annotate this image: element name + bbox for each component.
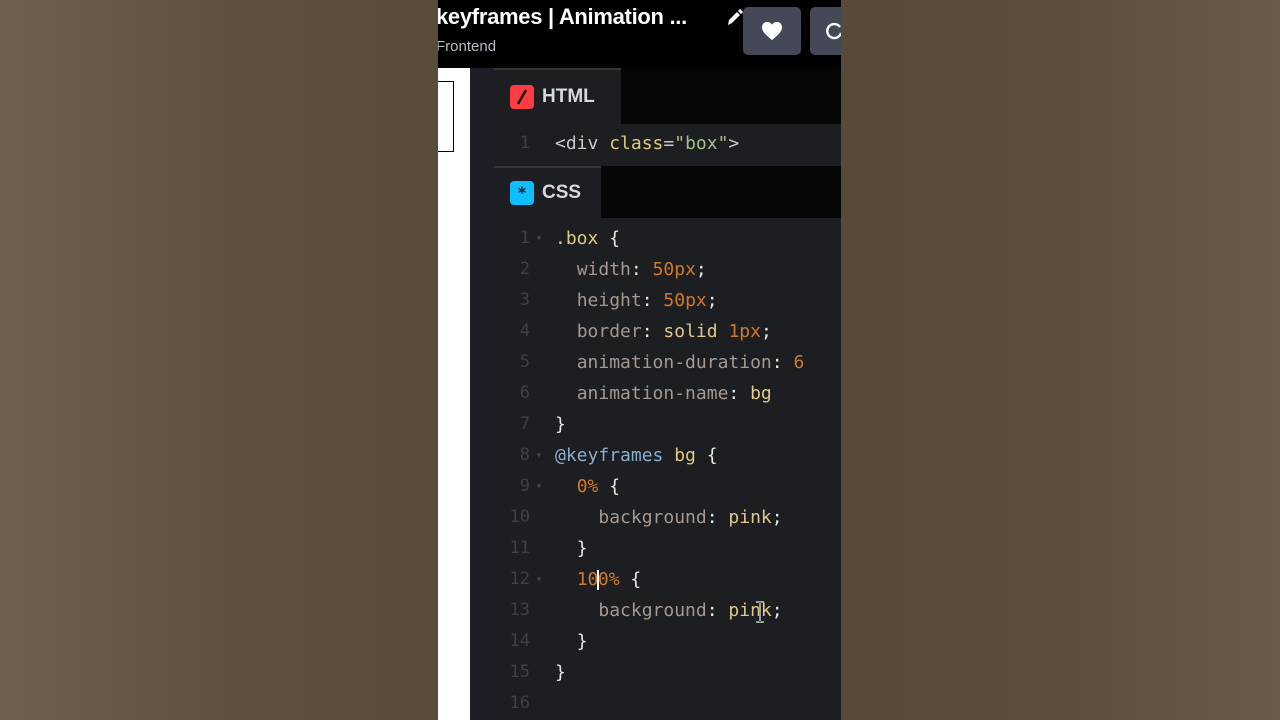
code-text: border: solid 1px; xyxy=(576,321,772,342)
html-code-editor[interactable]: 1 <div class="box"> xyxy=(494,128,841,162)
refresh-icon xyxy=(826,22,841,40)
code-text: <div class="box"> xyxy=(555,133,740,154)
preview-panel[interactable] xyxy=(438,68,470,720)
pencil-icon[interactable] xyxy=(725,8,743,28)
tab-css[interactable]: * CSS xyxy=(494,166,601,218)
fold-arrow-icon[interactable]: ▾ xyxy=(536,471,542,502)
text-cursor-icon xyxy=(756,601,764,623)
line-number: 14 xyxy=(509,631,530,651)
line-number: 1 xyxy=(519,228,530,248)
line-number: 7 xyxy=(519,414,530,434)
code-line[interactable]: 8 ▾ @keyframes bg { xyxy=(494,440,841,471)
code-line[interactable]: 7} xyxy=(494,409,841,440)
love-button[interactable] xyxy=(743,7,801,55)
code-line[interactable]: 10 background: pink; xyxy=(494,502,841,533)
code-text: @keyframes bg { xyxy=(555,445,718,466)
fold-arrow-icon[interactable]: ▾ xyxy=(536,223,542,254)
tab-html[interactable]: HTML xyxy=(494,68,621,124)
line-number: 15 xyxy=(509,662,530,682)
tab-label: HTML xyxy=(542,86,595,107)
code-text: 100% { xyxy=(576,569,642,590)
css-icon: * xyxy=(510,181,534,205)
pen-owner[interactable]: Frontend xyxy=(438,38,496,55)
line-number: 8 xyxy=(519,445,530,465)
code-text: } xyxy=(576,631,588,652)
code-text: animation-name: bg xyxy=(576,383,772,404)
code-line[interactable]: 5 animation-duration: 6 xyxy=(494,347,841,378)
code-text: } xyxy=(555,414,566,435)
fold-arrow-icon[interactable]: ▾ xyxy=(536,564,542,595)
html-icon xyxy=(510,85,534,109)
line-number: 13 xyxy=(509,600,530,620)
pen-header: keyframes | Animation ... Frontend xyxy=(438,0,841,68)
code-line[interactable]: 3 height: 50px; xyxy=(494,285,841,316)
line-number: 16 xyxy=(509,693,530,713)
resize-handle[interactable] xyxy=(470,68,494,720)
code-line[interactable]: 13 background: pink; xyxy=(494,595,841,626)
css-code-editor[interactable]: 1 ▾ .box {2 width: 50px; 3 height: 50px; 4 b… xyxy=(494,223,841,720)
code-text: .box { xyxy=(555,228,621,249)
code-line[interactable]: 12 ▾ 100% { xyxy=(494,564,841,595)
code-text: animation-duration: 6 xyxy=(576,352,805,373)
fold-arrow-icon[interactable]: ▾ xyxy=(536,440,542,471)
pen-title[interactable]: keyframes | Animation ... xyxy=(438,4,687,30)
code-text: } xyxy=(555,662,566,683)
line-number: 11 xyxy=(509,538,530,558)
line-number: 4 xyxy=(519,321,530,341)
html-pane-header: HTML xyxy=(494,68,841,124)
line-number: 1 xyxy=(519,133,530,153)
css-pane-header: * CSS xyxy=(494,166,841,218)
line-number: 5 xyxy=(519,352,530,372)
code-line[interactable]: 2 width: 50px; xyxy=(494,254,841,285)
code-line[interactable]: 1 <div class="box"> xyxy=(494,128,841,159)
line-number: 9 xyxy=(519,476,530,496)
fork-button[interactable] xyxy=(810,7,841,55)
line-number: 2 xyxy=(519,259,530,279)
code-line[interactable]: 9 ▾ 0% { xyxy=(494,471,841,502)
code-text: height: 50px; xyxy=(576,290,718,311)
line-number: 3 xyxy=(519,290,530,310)
preview-box xyxy=(438,81,454,152)
tab-label: CSS xyxy=(542,182,582,203)
code-text: 0% { xyxy=(576,476,621,497)
code-line[interactable]: 11 } xyxy=(494,533,841,564)
code-line[interactable]: 16 xyxy=(494,688,841,719)
code-text: } xyxy=(576,538,588,559)
code-text: width: 50px; xyxy=(576,259,707,280)
editor-area: HTML 1 <div class="box"> * CSS 1 ▾ .box { 2 … xyxy=(494,68,841,720)
code-line[interactable]: 14 } xyxy=(494,626,841,657)
line-number: 10 xyxy=(509,507,530,527)
heart-icon xyxy=(762,21,782,41)
code-line[interactable]: 1 ▾ .box { xyxy=(494,223,841,254)
code-text: background: pink; xyxy=(598,507,783,528)
code-line[interactable]: 4 border: solid 1px; xyxy=(494,316,841,347)
code-line[interactable]: 6 animation-name: bg xyxy=(494,378,841,409)
codepen-window: keyframes | Animation ... Frontend HTML … xyxy=(438,0,841,720)
line-number: 6 xyxy=(519,383,530,403)
line-number: 12 xyxy=(509,569,530,589)
code-text: background: pink; xyxy=(598,600,783,621)
code-line[interactable]: 15} xyxy=(494,657,841,688)
